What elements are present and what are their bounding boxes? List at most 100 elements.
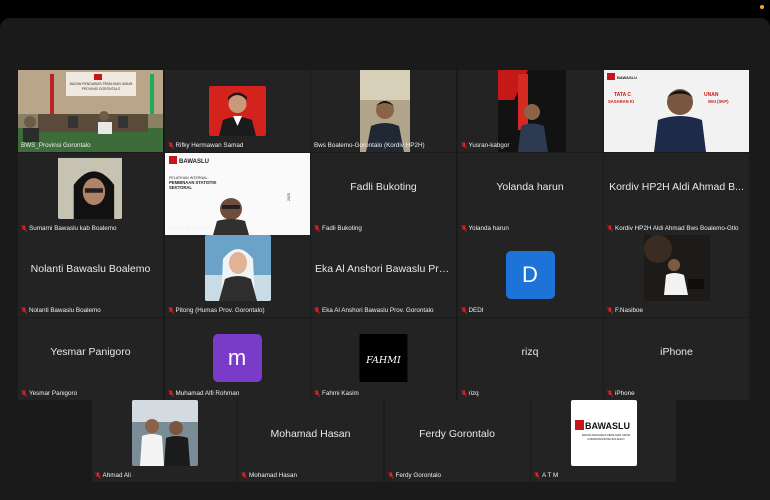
profile-photo	[208, 86, 266, 136]
participant-name-label: Eka Al Anshori Bawaslu Prov. Gorontalo	[314, 307, 453, 314]
participant-tile[interactable]: F.Nasiboe	[604, 235, 749, 317]
participant-name-label: Yusran-kabgor	[460, 142, 600, 149]
participant-tile[interactable]: Pitong (Humas Prov. Gorontalo)	[164, 235, 310, 317]
mic-muted-icon	[21, 389, 27, 397]
slide-text: TATA C	[614, 92, 631, 98]
participant-name-label: Pitong (Humas Prov. Gorontalo)	[167, 307, 307, 314]
participant-display-name: Fadli Bukoting	[350, 180, 417, 193]
participant-tile[interactable]: Rifky Hermawan Samad	[164, 70, 310, 152]
avatar-letter: m	[227, 344, 247, 370]
participant-tile[interactable]: Eka Al Anshori Bawaslu Prov... Eka Al Ans…	[311, 235, 456, 317]
participant-name: Yusran-kabgor	[468, 142, 510, 149]
participant-tile[interactable]: Mohamad Hasan Mohamad Hasan	[238, 400, 383, 482]
mic-muted-icon	[460, 307, 467, 314]
participant-tile[interactable]: Nolanti Bawaslu Boalemo Nolanti Bawaslu B…	[18, 235, 163, 317]
backdrop-text: BADAN PENGAWAS PEMILIHAN UMUM	[70, 82, 133, 86]
participant-tile[interactable]: FAHMI Fahmi Kasim	[311, 317, 456, 400]
participant-name-label: Ferdy Gorontalo	[387, 472, 527, 479]
participant-display-name: Mohamad Hasan	[270, 428, 351, 440]
participant-name-label: Bws Boalemo-Gorontalo (Kordiv HP2H)	[314, 142, 453, 149]
participant-tile[interactable]: rizq rizq	[457, 317, 603, 400]
participant-name-label: Mohamad Hasan	[241, 472, 380, 479]
participant-tile[interactable]: Yesmar Panigoro Yesmar Panigoro	[18, 317, 163, 400]
profile-photo	[204, 235, 271, 301]
profile-photo: FAHMI	[359, 333, 408, 382]
video-feed: BAWASLU TATA C UNAN SASARAN KI WAI (SKP)	[604, 70, 749, 152]
mic-muted-icon	[460, 142, 467, 149]
participant-name: A T M	[542, 472, 559, 479]
participant-tile[interactable]: BAWASLU BADAN PENGAWAS PEMILIHAN UMUM KA…	[531, 400, 676, 482]
participant-name-label: Rifky Hermawan Samad	[167, 142, 307, 149]
participant-name: Iswan bwslugtlo	[167, 224, 212, 232]
participant-tile[interactable]: Kordiv HP2H Aldi Ahmad B... Kordiv HP2H A…	[604, 152, 749, 235]
participant-name: Mohamad Hasan	[249, 472, 297, 479]
participant-tile[interactable]: BADAN PENGAWAS PEMILIHAN UMUM PROVINSI G…	[18, 70, 163, 152]
participant-name-label: rizq	[460, 389, 600, 397]
photo-text: BAWASLU	[585, 421, 630, 431]
participant-display-name: rizq	[521, 345, 539, 358]
participant-name: iPhone	[615, 389, 635, 397]
participant-name-label: Nolanti Bawaslu Boalemo	[21, 307, 160, 314]
mic-muted-icon	[314, 389, 320, 397]
participant-tile[interactable]: BAWASLU TATA C UNAN SASARAN KI WAI (SKP)…	[604, 70, 749, 152]
participant-name: Pitong (Humas Prov. Gorontalo)	[175, 307, 265, 314]
participant-tile[interactable]: iPhone iPhone	[604, 317, 749, 400]
participant-tile[interactable]: Yolanda harun Yolanda harun	[457, 152, 603, 235]
mic-muted-icon	[607, 224, 613, 232]
video-feed	[457, 70, 603, 152]
participant-name: Sumarni Bawaslu kab Boalemo	[29, 224, 117, 232]
mic-muted-icon	[534, 472, 540, 479]
participant-tile[interactable]: Sumarni Bawaslu kab Boalemo	[18, 152, 163, 235]
participant-name: Ferdy Gorontalo	[395, 472, 442, 479]
participant-name: DEDI	[468, 307, 484, 314]
participant-tile[interactable]: m Muhamad Alfi Rohman	[164, 317, 310, 400]
participant-tile[interactable]: Ahmad Ali	[91, 400, 237, 482]
participant-tile[interactable]: BAWASLU PELATIHAN INTERNAL: PEMBINAAN ST…	[164, 152, 310, 235]
avatar: m	[212, 333, 262, 382]
participant-name: Yolanda harun	[468, 224, 509, 232]
participant-name: Eka Al Anshori Bawaslu Prov. Gorontalo	[322, 307, 434, 314]
participant-name: Ahmad Ali	[102, 472, 131, 479]
participant-tile[interactable]: Yusran-kabgor	[457, 70, 603, 152]
participant-name-label: Rahmat Djakaria	[607, 142, 746, 149]
mic-muted-icon	[21, 307, 27, 314]
mic-muted-icon	[94, 472, 101, 479]
slide-text: SASARAN KI	[608, 99, 634, 104]
participant-name: BWS_Provinsi Gorontalo	[21, 142, 91, 149]
participant-name: Rahmat Djakaria	[607, 142, 654, 149]
photo-text: FAHMI	[365, 354, 401, 365]
mic-muted-icon	[387, 472, 394, 479]
participant-name: rizq	[468, 389, 479, 397]
video-feed: BAWASLU PELATIHAN INTERNAL: PEMBINAAN ST…	[164, 152, 310, 235]
participant-tile[interactable]: Bws Boalemo-Gorontalo (Kordiv HP2H)	[311, 70, 456, 152]
participant-name-label: iPhone	[607, 390, 746, 397]
participant-display-name: iPhone	[660, 345, 693, 358]
participant-tile[interactable]: D DEDI	[457, 235, 603, 317]
participant-name: Yesmar Panigoro	[29, 389, 78, 397]
participant-name-label: Muhamad Alfi Rohman	[167, 389, 307, 397]
mic-muted-icon	[167, 142, 174, 149]
mic-muted-icon	[241, 472, 247, 479]
photo-text: BADAN PENGAWAS PEMILIHAN UMUM	[582, 433, 630, 437]
participant-display-name: Yolanda harun	[496, 180, 564, 193]
participant-name: Muhamad Alfi Rohman	[175, 389, 240, 397]
participant-name-label: Fahmi Kasim	[314, 390, 453, 397]
participant-name-label: Ahmad Ali	[94, 472, 234, 479]
participant-name: Fahmi Kasim	[322, 389, 359, 397]
profile-photo	[644, 235, 710, 301]
participant-name: Kordiv HP2H Aldi Ahmad Bws Boalemo-Gtlo	[615, 224, 739, 232]
participant-display-name: Nolanti Bawaslu Boalemo	[30, 263, 151, 275]
participant-name-label: BWS_Provinsi Gorontalo	[21, 142, 160, 149]
participant-tile[interactable]: Ferdy Gorontalo Ferdy Gorontalo	[384, 400, 530, 482]
participant-name: Rifky Hermawan Samad	[175, 142, 244, 149]
mic-muted-icon	[460, 224, 467, 232]
backdrop-text: PROVINSI GORONTALO	[82, 87, 121, 91]
profile-photo	[131, 400, 198, 466]
participant-name: F.Nasiboe	[615, 307, 644, 314]
meeting-window: BADAN PENGAWAS PEMILIHAN UMUM PROVINSI G…	[0, 18, 770, 500]
participant-name-label: Fadli Bukoting	[314, 225, 453, 232]
slide-text: BAWASLU	[179, 159, 209, 165]
participant-tile[interactable]: Fadli Bukoting Fadli Bukoting	[311, 152, 456, 235]
participant-name-label: F.Nasiboe	[607, 307, 746, 314]
notification-dot	[760, 5, 764, 9]
